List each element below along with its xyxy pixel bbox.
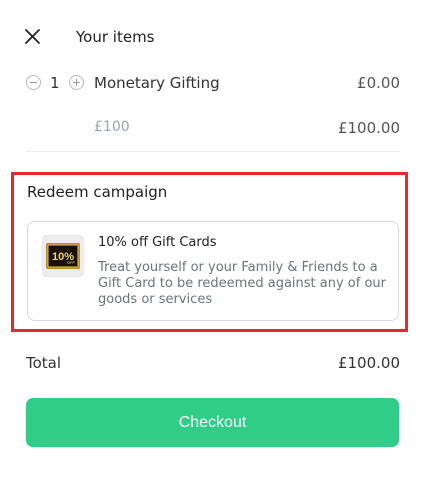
campaign-title: 10% off Gift Cards — [98, 235, 217, 250]
close-button[interactable] — [22, 26, 44, 48]
decrease-quantity-button[interactable] — [26, 75, 41, 90]
total-label: Total — [26, 354, 62, 372]
page-title: Your items — [76, 28, 155, 46]
gift-card-image: 10% OFF — [46, 243, 80, 269]
campaign-description: Treat yourself or your Family & Friends … — [98, 260, 386, 307]
item-name: Monetary Gifting — [94, 74, 220, 92]
total-value: £100.00 — [337, 354, 400, 372]
thumbnail-subtext: OFF — [67, 260, 76, 265]
total-row: Total £100.00 — [26, 352, 400, 376]
item-price: £0.00 — [357, 74, 400, 92]
variant-name: £100 — [94, 119, 130, 135]
increase-quantity-button[interactable] — [69, 75, 84, 90]
campaign-card[interactable]: 10% OFF 10% off Gift Cards Treat yoursel… — [27, 221, 399, 321]
redeem-title: Redeem campaign — [27, 183, 168, 201]
divider — [26, 151, 400, 152]
item-quantity: 1 — [50, 74, 60, 92]
redeem-campaign-section: Redeem campaign 10% OFF 10% off Gift Car… — [11, 172, 408, 332]
campaign-thumbnail: 10% OFF — [42, 235, 84, 277]
cart-item-row: 1 Monetary Gifting £0.00 — [26, 72, 400, 96]
cart-header: Your items — [0, 0, 427, 72]
close-icon — [25, 29, 40, 44]
variant-price: £100.00 — [337, 119, 400, 137]
item-variant-row: £100 £100.00 — [26, 117, 400, 141]
checkout-button[interactable]: Checkout — [26, 398, 399, 447]
